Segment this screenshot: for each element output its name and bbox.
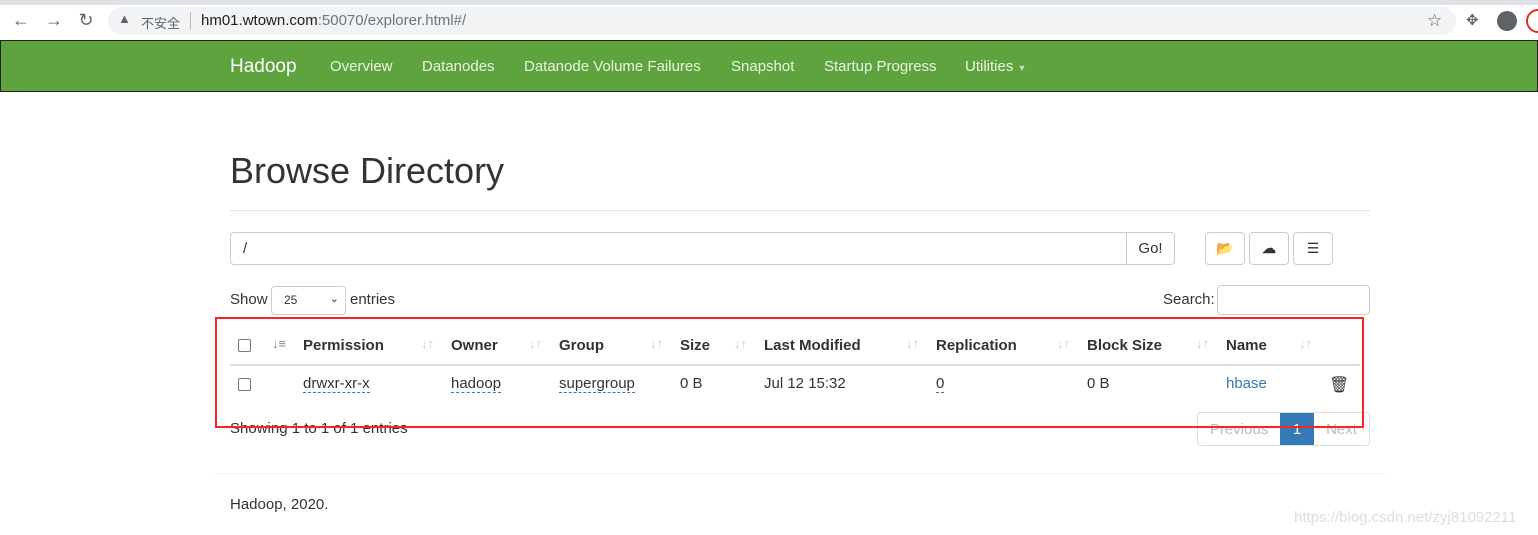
entries-value: 25 bbox=[284, 293, 298, 307]
nav-utilities-label: Utilities bbox=[965, 58, 1014, 75]
owner-link[interactable]: hadoop bbox=[451, 375, 502, 393]
sort-icon[interactable]: ↓↑ bbox=[650, 336, 663, 351]
reload-icon[interactable]: ↻ bbox=[74, 10, 98, 31]
url-text[interactable]: hm01.wtown.com:50070/explorer.html#/ bbox=[201, 12, 466, 29]
entries-select[interactable]: 25 ⌄ bbox=[271, 286, 346, 315]
page-title: Browse Directory bbox=[230, 150, 505, 191]
replication-link[interactable]: 0 bbox=[936, 375, 945, 393]
profile-avatar[interactable] bbox=[1497, 11, 1517, 31]
nav-datanodes[interactable]: Datanodes bbox=[422, 58, 495, 75]
size-value: 0 B bbox=[680, 375, 703, 392]
sort-icon[interactable]: ↓↑ bbox=[529, 336, 542, 351]
list-alt-icon: ☰ bbox=[1306, 240, 1320, 256]
sort-icon[interactable]: ↓↑ bbox=[1057, 336, 1070, 351]
search-input[interactable] bbox=[1217, 285, 1370, 315]
nav-volume-failures[interactable]: Datanode Volume Failures bbox=[524, 58, 701, 75]
path-value: / bbox=[243, 240, 248, 257]
nav-overview[interactable]: Overview bbox=[330, 58, 393, 75]
security-label[interactable]: 不安全 bbox=[141, 13, 180, 32]
next-button[interactable]: Next bbox=[1314, 413, 1369, 445]
go-button[interactable]: Go! bbox=[1126, 232, 1175, 265]
forward-icon[interactable]: → bbox=[42, 10, 66, 31]
nav-utilities[interactable]: Utilities ▼ bbox=[965, 58, 1026, 75]
row-checkbox[interactable] bbox=[238, 378, 251, 391]
warning-icon[interactable]: ▲ bbox=[118, 11, 131, 26]
highlight-box bbox=[215, 317, 1364, 428]
column-header-last-modified[interactable]: Last Modified bbox=[764, 337, 861, 354]
nav-startup-progress[interactable]: Startup Progress bbox=[824, 58, 937, 75]
block-size-value: 0 B bbox=[1087, 375, 1110, 392]
upload-button[interactable]: ☁ bbox=[1249, 232, 1289, 265]
star-icon[interactable]: ☆ bbox=[1427, 11, 1442, 31]
previous-button[interactable]: Previous bbox=[1198, 413, 1280, 445]
sort-icon[interactable]: ↓↑ bbox=[421, 336, 434, 351]
column-header-owner[interactable]: Owner bbox=[451, 337, 498, 354]
sort-icon[interactable]: ↓↑ bbox=[906, 336, 919, 351]
trash-icon[interactable]: 🗑 bbox=[1329, 375, 1349, 395]
column-header-size[interactable]: Size bbox=[680, 337, 710, 354]
extensions-icon[interactable]: ✥ bbox=[1466, 11, 1479, 29]
cut-paste-button[interactable]: ☰ bbox=[1293, 232, 1333, 265]
watermark: https://blog.csdn.net/zyj81092211 bbox=[1294, 509, 1517, 526]
chevron-down-icon: ⌄ bbox=[329, 293, 339, 305]
divider bbox=[215, 473, 1385, 474]
select-all-checkbox[interactable] bbox=[238, 339, 251, 352]
pagination: Previous 1 Next bbox=[1197, 412, 1370, 446]
last-modified-value: Jul 12 15:32 bbox=[764, 375, 846, 392]
divider bbox=[190, 12, 191, 30]
show-label: Show bbox=[230, 291, 268, 308]
create-directory-button[interactable]: 📂 bbox=[1205, 232, 1245, 265]
table-header-border bbox=[230, 364, 1360, 366]
entries-label: entries bbox=[350, 291, 396, 308]
column-header-group[interactable]: Group bbox=[559, 337, 604, 354]
navbar-brand[interactable]: Hadoop bbox=[230, 56, 297, 78]
sort-icon[interactable]: ↓↑ bbox=[1299, 336, 1312, 351]
go-label: Go! bbox=[1138, 240, 1163, 257]
nav-snapshot[interactable]: Snapshot bbox=[731, 58, 794, 75]
folder-open-icon: 📂 bbox=[1216, 240, 1234, 256]
caret-down-icon: ▼ bbox=[1017, 63, 1027, 73]
group-link[interactable]: supergroup bbox=[559, 375, 635, 393]
path-input[interactable]: / bbox=[230, 232, 1127, 265]
column-header-block-size[interactable]: Block Size bbox=[1087, 337, 1162, 354]
sort-icon[interactable]: ↓↑ bbox=[1196, 336, 1209, 351]
url-host: hm01.wtown.com bbox=[201, 12, 318, 29]
divider bbox=[230, 210, 1370, 211]
name-link[interactable]: hbase bbox=[1226, 375, 1267, 392]
footer-text: Hadoop, 2020. bbox=[230, 496, 329, 513]
column-header-permission[interactable]: Permission bbox=[303, 337, 384, 354]
sort-icon[interactable]: ↓↑ bbox=[734, 336, 747, 351]
url-path: :50070/explorer.html#/ bbox=[317, 12, 467, 29]
column-header-name[interactable]: Name bbox=[1226, 337, 1267, 354]
sort-amount-icon[interactable]: ↓≡ bbox=[272, 336, 286, 351]
search-label: Search: bbox=[1163, 291, 1215, 308]
cloud-upload-icon: ☁ bbox=[1262, 240, 1276, 256]
table-info: Showing 1 to 1 of 1 entries bbox=[230, 420, 408, 437]
back-icon[interactable]: ← bbox=[9, 10, 33, 31]
page-1-button[interactable]: 1 bbox=[1280, 413, 1314, 445]
column-header-replication[interactable]: Replication bbox=[936, 337, 1017, 354]
permission-link[interactable]: drwxr-xr-x bbox=[303, 375, 370, 393]
